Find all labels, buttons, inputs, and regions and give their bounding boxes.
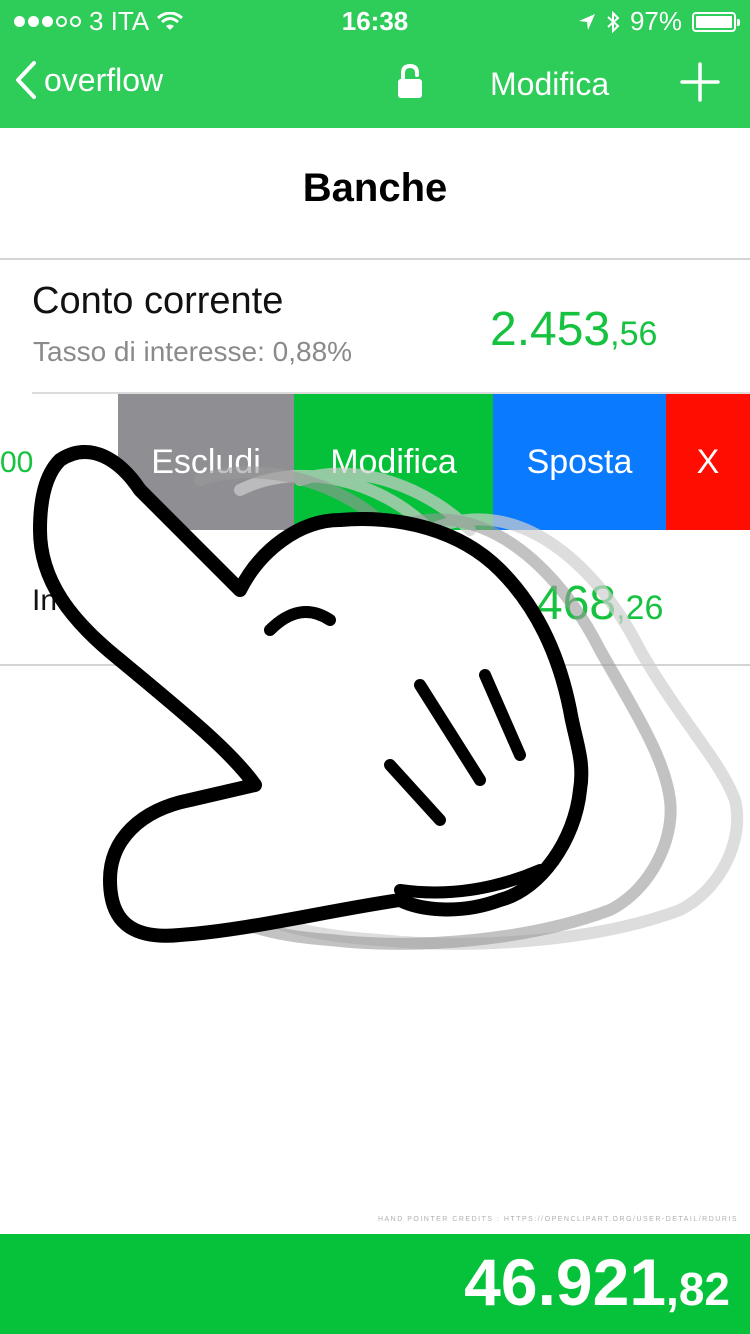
battery-icon	[692, 11, 740, 32]
back-label: overflow	[44, 61, 164, 98]
total-bar: 46.921,82	[0, 1234, 750, 1334]
unlock-icon[interactable]	[396, 64, 424, 100]
account-subtitle: Tasso di interesse: 0,88%	[33, 336, 353, 367]
status-bar: 3 ITA 16:38 97%	[0, 0, 750, 40]
header-divider	[0, 258, 750, 260]
edit-button[interactable]: Modifica	[490, 66, 609, 103]
total-decimal: ,82	[666, 1263, 730, 1315]
add-icon[interactable]	[678, 60, 722, 104]
back-button[interactable]: overflow	[14, 60, 163, 100]
battery-percent: 97%	[629, 6, 682, 36]
exclude-action-button[interactable]: Escludi	[118, 394, 294, 530]
amount-decimal: ,26	[616, 589, 664, 627]
total-integer: 46.921	[464, 1245, 667, 1319]
amount-integer: 468	[536, 577, 617, 630]
account-amount: 468,26	[536, 576, 663, 631]
swiped-account-row[interactable]: 00 Escludi Modifica Sposta X	[0, 394, 750, 530]
status-right: 97%	[578, 6, 740, 37]
image-credit: HAND POINTER CREDITS : HTTPS://OPENCLIPA…	[377, 1216, 738, 1223]
delete-action-button[interactable]: X	[666, 394, 750, 530]
list-bottom-divider	[0, 664, 750, 666]
bluetooth-icon	[607, 10, 620, 33]
account-name: Conto corrente	[32, 280, 284, 322]
move-action-button[interactable]: Sposta	[493, 394, 666, 530]
page-title: Banche	[302, 166, 448, 210]
navigation-bar: overflow Modifica	[0, 40, 750, 128]
amount-decimal: ,56	[610, 315, 658, 353]
edit-action-button[interactable]: Modifica	[294, 394, 493, 530]
account-name-partial: Inv	[32, 584, 73, 617]
amount-integer: 2.453	[490, 303, 611, 356]
location-arrow-icon	[578, 13, 595, 30]
hand-lines	[264, 606, 546, 899]
total-amount: 46.921,82	[464, 1244, 730, 1320]
account-amount: 2.453,56	[490, 302, 657, 357]
partial-amount: 00	[0, 446, 34, 479]
chevron-left-icon	[16, 61, 36, 99]
